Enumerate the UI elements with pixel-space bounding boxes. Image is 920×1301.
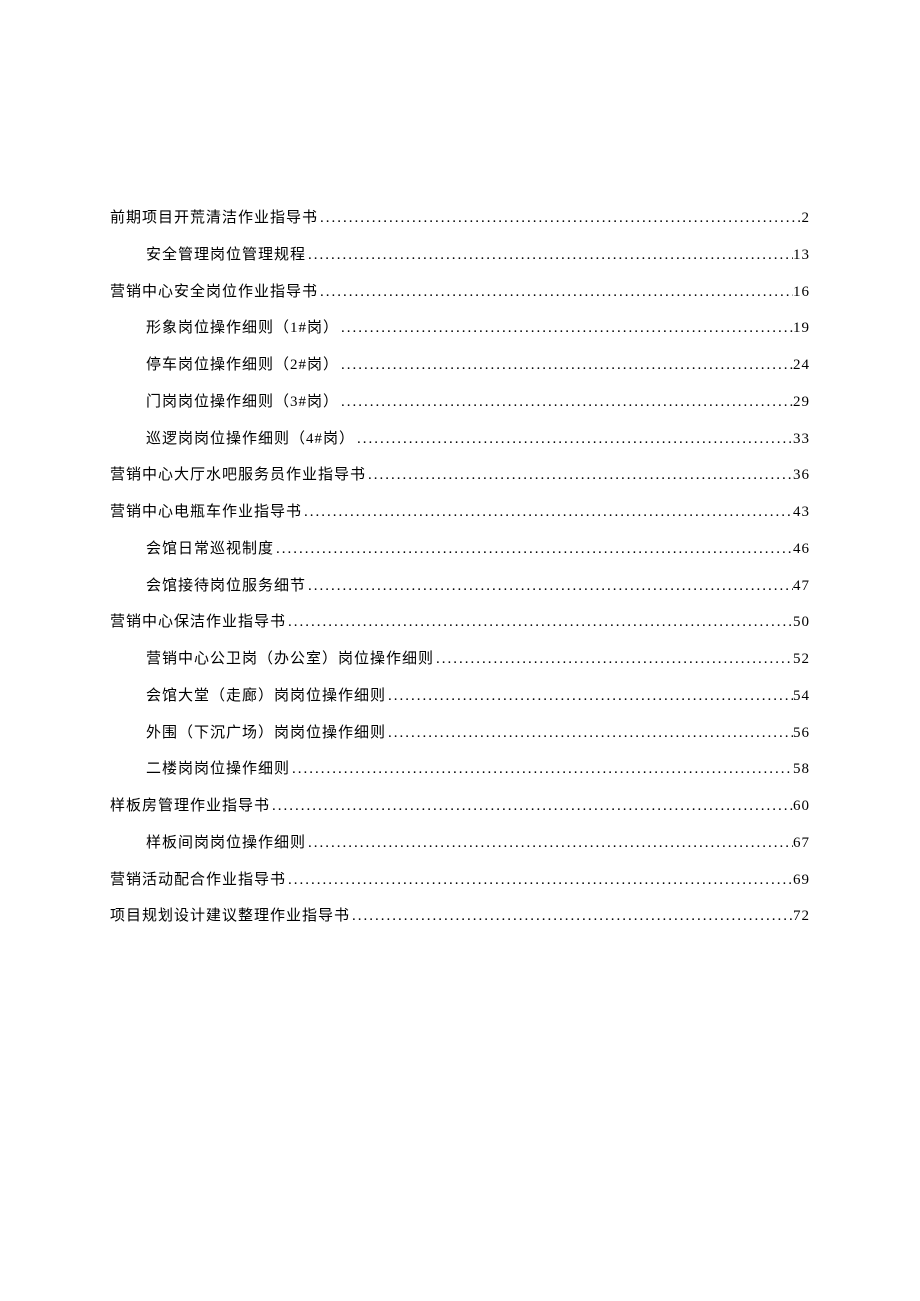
- toc-entry-title: 外围（下沉广场）岗岗位操作细则: [146, 715, 386, 752]
- toc-entry-title: 营销活动配合作业指导书: [110, 862, 286, 899]
- toc-entry-title: 二楼岗岗位操作细则: [146, 751, 290, 788]
- toc-entry-title: 营销中心电瓶车作业指导书: [110, 494, 302, 531]
- toc-leader-dots: [306, 237, 793, 274]
- toc-entry-page: 46: [793, 531, 810, 568]
- toc-leader-dots: [306, 825, 793, 862]
- toc-entry-page: 29: [793, 384, 810, 421]
- toc-entry-page: 24: [793, 347, 810, 384]
- toc-entry-page: 56: [793, 715, 810, 752]
- toc-entry-title: 会馆接待岗位服务细节: [146, 568, 306, 605]
- toc-entry-page: 72: [793, 898, 810, 935]
- toc-entry-title: 营销中心保洁作业指导书: [110, 604, 286, 641]
- toc-entry: 样板房管理作业指导书 60: [110, 788, 810, 825]
- toc-entry-page: 19: [793, 310, 810, 347]
- toc-entry-page: 16: [793, 274, 810, 311]
- toc-entry-page: 54: [793, 678, 810, 715]
- toc-entry: 会馆日常巡视制度 46: [110, 531, 810, 568]
- toc-entry-page: 60: [793, 788, 810, 825]
- toc-entry: 营销中心安全岗位作业指导书 16: [110, 274, 810, 311]
- toc-entry-page: 52: [793, 641, 810, 678]
- toc-entry-title: 营销中心大厅水吧服务员作业指导书: [110, 457, 366, 494]
- toc-entry: 营销中心保洁作业指导书 50: [110, 604, 810, 641]
- toc-leader-dots: [270, 788, 793, 825]
- toc-leader-dots: [434, 641, 793, 678]
- toc-entry: 停车岗位操作细则（2#岗） 24: [110, 347, 810, 384]
- toc-entry-page: 50: [793, 604, 810, 641]
- toc-entry-title: 营销中心安全岗位作业指导书: [110, 274, 318, 311]
- toc-entry: 营销中心公卫岗（办公室）岗位操作细则 52: [110, 641, 810, 678]
- toc-entry: 二楼岗岗位操作细则 58: [110, 751, 810, 788]
- toc-entry: 巡逻岗岗位操作细则（4#岗） 33: [110, 421, 810, 458]
- toc-entry-page: 47: [793, 568, 810, 605]
- toc-entry: 会馆大堂（走廊）岗岗位操作细则 54: [110, 678, 810, 715]
- toc-entry-title: 停车岗位操作细则（2#岗）: [146, 347, 339, 384]
- toc-leader-dots: [386, 678, 793, 715]
- toc-entry: 门岗岗位操作细则（3#岗） 29: [110, 384, 810, 421]
- toc-entry-page: 36: [793, 457, 810, 494]
- toc-entry-title: 门岗岗位操作细则（3#岗）: [146, 384, 339, 421]
- toc-entry: 外围（下沉广场）岗岗位操作细则 56: [110, 715, 810, 752]
- toc-leader-dots: [318, 200, 801, 237]
- toc-leader-dots: [339, 347, 793, 384]
- toc-entry-page: 13: [793, 237, 810, 274]
- toc-entry: 营销活动配合作业指导书 69: [110, 862, 810, 899]
- toc-entry-page: 2: [802, 200, 811, 237]
- toc-entry: 会馆接待岗位服务细节 47: [110, 568, 810, 605]
- toc-entry: 形象岗位操作细则（1#岗） 19: [110, 310, 810, 347]
- toc-entry-page: 58: [793, 751, 810, 788]
- toc-entry-page: 33: [793, 421, 810, 458]
- toc-entry-title: 安全管理岗位管理规程: [146, 237, 306, 274]
- toc-entry-title: 营销中心公卫岗（办公室）岗位操作细则: [146, 641, 434, 678]
- toc-leader-dots: [355, 421, 793, 458]
- toc-leader-dots: [339, 310, 793, 347]
- toc-entry: 样板间岗岗位操作细则 67: [110, 825, 810, 862]
- toc-entry-title: 巡逻岗岗位操作细则（4#岗）: [146, 421, 355, 458]
- toc-entry-title: 会馆日常巡视制度: [146, 531, 274, 568]
- toc-leader-dots: [366, 457, 793, 494]
- toc-entry-title: 前期项目开荒清洁作业指导书: [110, 200, 318, 237]
- toc-leader-dots: [386, 715, 793, 752]
- toc-entry-title: 会馆大堂（走廊）岗岗位操作细则: [146, 678, 386, 715]
- toc-entry-title: 样板间岗岗位操作细则: [146, 825, 306, 862]
- toc-leader-dots: [286, 604, 793, 641]
- toc-entry-page: 67: [793, 825, 810, 862]
- toc-leader-dots: [350, 898, 793, 935]
- toc-entry-title: 项目规划设计建议整理作业指导书: [110, 898, 350, 935]
- toc-entry: 安全管理岗位管理规程 13: [110, 237, 810, 274]
- toc-leader-dots: [286, 862, 793, 899]
- toc-entry-page: 43: [793, 494, 810, 531]
- toc-entry: 营销中心大厅水吧服务员作业指导书 36: [110, 457, 810, 494]
- toc-entry: 营销中心电瓶车作业指导书 43: [110, 494, 810, 531]
- toc-leader-dots: [318, 274, 793, 311]
- toc-leader-dots: [306, 568, 793, 605]
- toc-leader-dots: [339, 384, 793, 421]
- toc-entry-title: 样板房管理作业指导书: [110, 788, 270, 825]
- toc-entry: 前期项目开荒清洁作业指导书 2: [110, 200, 810, 237]
- toc-entry-title: 形象岗位操作细则（1#岗）: [146, 310, 339, 347]
- table-of-contents: 前期项目开荒清洁作业指导书 2 安全管理岗位管理规程 13 营销中心安全岗位作业指导书 1…: [110, 200, 810, 935]
- toc-entry-page: 69: [793, 862, 810, 899]
- toc-leader-dots: [302, 494, 793, 531]
- toc-entry: 项目规划设计建议整理作业指导书 72: [110, 898, 810, 935]
- toc-leader-dots: [290, 751, 793, 788]
- toc-leader-dots: [274, 531, 793, 568]
